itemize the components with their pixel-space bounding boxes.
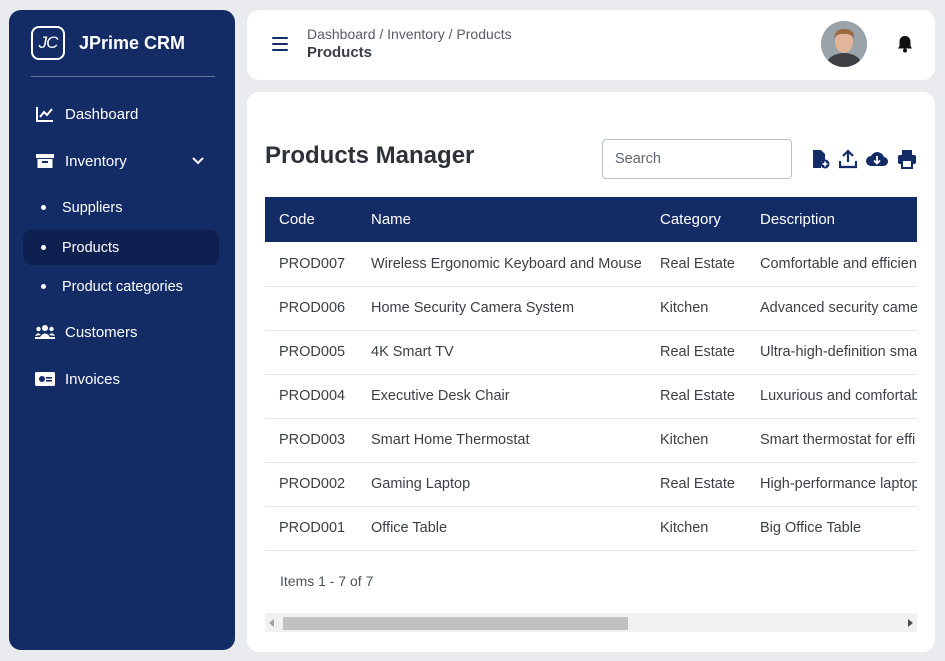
cell-description: Comfortable and efficien xyxy=(746,242,917,287)
cloud-download-icon[interactable] xyxy=(866,148,888,170)
new-file-icon[interactable] xyxy=(809,148,831,170)
top-header: Dashboard / Inventory / Products Product… xyxy=(247,10,935,80)
cell-code: PROD007 xyxy=(265,242,357,287)
chart-line-icon xyxy=(35,104,55,124)
cell-description: Advanced security came xyxy=(746,286,917,331)
sidebar-item-label: Inventory xyxy=(65,152,127,170)
sidebar-item-label: Customers xyxy=(65,323,138,341)
sidebar-subitem-label: Suppliers xyxy=(62,199,123,216)
cell-category: Kitchen xyxy=(646,418,746,463)
table-row[interactable]: PROD001 Office Table Kitchen Big Office … xyxy=(265,506,917,551)
cell-description: Ultra-high-definition sma xyxy=(746,330,917,375)
sidebar-item-customers[interactable]: Customers xyxy=(23,314,219,350)
sidebar: JC JPrime CRM Dashboard Inventory Suppli… xyxy=(9,10,235,650)
sidebar-subitem-products[interactable]: Products xyxy=(23,230,219,265)
cell-name: Smart Home Thermostat xyxy=(357,418,646,463)
table-row[interactable]: PROD002 Gaming Laptop Real Estate High-p… xyxy=(265,462,917,507)
bullet-icon xyxy=(41,245,46,250)
column-header-description[interactable]: Description xyxy=(746,197,917,242)
cell-code: PROD004 xyxy=(265,374,357,419)
table-row[interactable]: PROD004 Executive Desk Chair Real Estate… xyxy=(265,374,917,419)
sidebar-item-label: Dashboard xyxy=(65,105,139,123)
cell-code: PROD005 xyxy=(265,330,357,375)
cell-description: Luxurious and comfortab xyxy=(746,374,917,419)
cell-name: Executive Desk Chair xyxy=(357,374,646,419)
cell-name: Wireless Ergonomic Keyboard and Mouse xyxy=(357,242,646,287)
cell-category: Real Estate xyxy=(646,242,746,287)
upload-icon[interactable] xyxy=(837,148,859,170)
cell-name: Gaming Laptop xyxy=(357,462,646,507)
products-manager-title: Products Manager xyxy=(265,142,475,169)
column-header-name[interactable]: Name xyxy=(357,197,646,242)
print-icon[interactable] xyxy=(896,148,918,170)
pagination-info: Items 1 - 7 of 7 xyxy=(280,573,374,589)
search-input[interactable] xyxy=(602,139,792,179)
brand-name: JPrime CRM xyxy=(79,32,186,53)
sidebar-divider xyxy=(31,76,215,77)
sidebar-item-label: Invoices xyxy=(65,370,121,388)
bullet-icon xyxy=(41,205,46,210)
bullet-icon xyxy=(41,284,46,289)
sidebar-item-invoices[interactable]: Invoices xyxy=(23,361,219,397)
table-row[interactable]: PROD003 Smart Home Thermostat Kitchen Sm… xyxy=(265,418,917,463)
column-header-code[interactable]: Code xyxy=(265,197,357,242)
horizontal-scrollbar[interactable] xyxy=(265,613,917,632)
sidebar-subitem-product-categories[interactable]: Product categories xyxy=(23,269,219,304)
table-row[interactable]: PROD005 4K Smart TV Real Estate Ultra-hi… xyxy=(265,330,917,375)
sidebar-item-inventory[interactable]: Inventory xyxy=(23,143,219,179)
sidebar-subitem-label: Product categories xyxy=(62,278,183,295)
cell-category: Real Estate xyxy=(646,462,746,507)
page-title: Products xyxy=(307,44,373,61)
table-row[interactable]: PROD007 Wireless Ergonomic Keyboard and … xyxy=(265,242,917,287)
cell-name: Office Table xyxy=(357,506,646,551)
products-panel: Products Manager Code Name Category Desc… xyxy=(247,92,935,652)
cell-name: Home Security Camera System xyxy=(357,286,646,331)
cell-description: High-performance laptop xyxy=(746,462,917,507)
users-icon xyxy=(35,322,55,342)
scroll-right-icon[interactable] xyxy=(908,619,913,627)
cell-description: Big Office Table xyxy=(746,506,917,551)
table-row[interactable]: PROD006 Home Security Camera System Kitc… xyxy=(265,286,917,331)
bell-icon[interactable] xyxy=(895,34,915,54)
cell-code: PROD006 xyxy=(265,286,357,331)
cell-description: Smart thermostat for effi xyxy=(746,418,917,463)
chevron-down-icon[interactable] xyxy=(191,153,205,170)
products-table: Code Name Category Description PROD007 W… xyxy=(265,197,917,551)
cell-category: Real Estate xyxy=(646,374,746,419)
cell-category: Kitchen xyxy=(646,286,746,331)
avatar[interactable] xyxy=(821,21,867,67)
cell-name: 4K Smart TV xyxy=(357,330,646,375)
cell-category: Kitchen xyxy=(646,506,746,551)
column-header-category[interactable]: Category xyxy=(646,197,746,242)
cell-code: PROD001 xyxy=(265,506,357,551)
hamburger-menu-icon[interactable] xyxy=(272,37,288,51)
sidebar-subitem-suppliers[interactable]: Suppliers xyxy=(23,190,219,225)
table-header-row: Code Name Category Description xyxy=(265,197,917,242)
scroll-left-icon[interactable] xyxy=(269,619,274,627)
money-bill-icon xyxy=(35,369,55,389)
scrollbar-thumb[interactable] xyxy=(283,617,628,630)
brand-logo: JC xyxy=(31,26,65,60)
breadcrumb[interactable]: Dashboard / Inventory / Products xyxy=(307,26,512,42)
sidebar-subitem-label: Products xyxy=(62,239,120,256)
cell-code: PROD002 xyxy=(265,462,357,507)
archive-icon xyxy=(35,151,55,171)
brand[interactable]: JC JPrime CRM xyxy=(31,25,185,61)
cell-category: Real Estate xyxy=(646,330,746,375)
cell-code: PROD003 xyxy=(265,418,357,463)
sidebar-item-dashboard[interactable]: Dashboard xyxy=(23,96,219,132)
